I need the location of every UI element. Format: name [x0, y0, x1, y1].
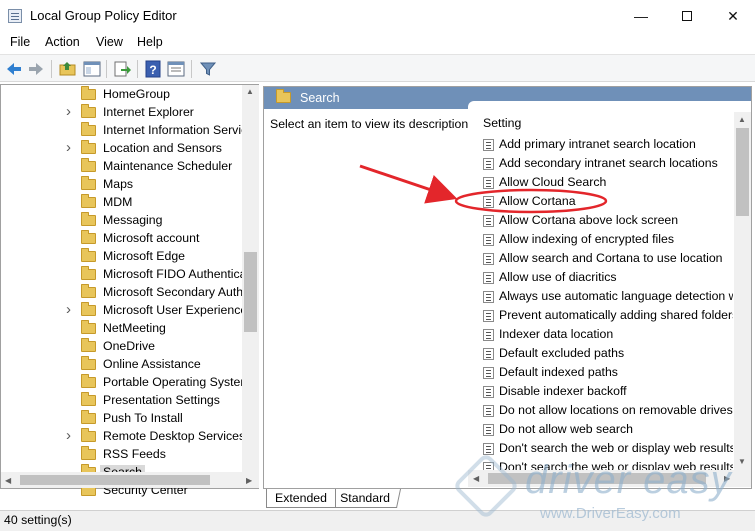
setting-label: Default excluded paths [499, 346, 625, 360]
tree-horizontal-scroll-thumb[interactable] [20, 475, 210, 485]
setting-label: Allow search and Cortana to use location [499, 251, 723, 265]
watermark-url: www.DriverEasy.com [540, 505, 681, 522]
setting-row[interactable]: Default excluded paths [483, 344, 733, 363]
scroll-down-arrow-icon[interactable]: ▼ [738, 457, 746, 466]
policy-setting-icon [483, 234, 494, 246]
scroll-left-arrow-icon[interactable]: ◀ [5, 476, 11, 485]
tab-standard-label: Standard [340, 491, 391, 505]
setting-label: Don't search the web or display web resu… [499, 441, 733, 455]
setting-label: Allow use of diacritics [499, 270, 617, 284]
policy-setting-icon [483, 348, 494, 360]
policy-setting-icon [483, 386, 494, 398]
policy-setting-icon [483, 196, 494, 208]
policy-setting-icon [483, 177, 494, 189]
setting-label: Add secondary intranet search locations [499, 156, 718, 170]
setting-row[interactable]: Prevent automatically adding shared fold… [483, 306, 733, 325]
setting-row[interactable]: Allow Cloud Search [483, 173, 733, 192]
setting-label: Add primary intranet search location [499, 137, 696, 151]
setting-row[interactable]: Default indexed paths [483, 363, 733, 382]
setting-row[interactable]: Allow Cortana above lock screen [483, 211, 733, 230]
setting-row[interactable]: Do not allow web search [483, 420, 733, 439]
setting-label: Disable indexer backoff [499, 384, 627, 398]
setting-label: Always use automatic language detection … [499, 289, 733, 303]
setting-row[interactable]: Allow indexing of encrypted files [483, 230, 733, 249]
setting-label: Default indexed paths [499, 365, 618, 379]
setting-row[interactable]: Allow Cortana [483, 192, 733, 211]
setting-row[interactable]: Add secondary intranet search locations [483, 154, 733, 173]
policy-setting-icon [483, 405, 494, 417]
scroll-right-arrow-icon[interactable]: ▶ [246, 476, 252, 485]
setting-label: Allow Cortana above lock screen [499, 213, 679, 227]
setting-label: Allow Cloud Search [499, 175, 607, 189]
policy-setting-icon [483, 424, 494, 436]
policy-setting-icon [483, 367, 494, 379]
scroll-up-arrow-icon[interactable]: ▲ [738, 115, 746, 124]
settings-rows: Add primary intranet search location Add … [0, 0, 734, 470]
setting-label: Do not allow locations on removable driv… [499, 403, 733, 417]
policy-setting-icon [483, 310, 494, 322]
policy-setting-icon [483, 272, 494, 284]
policy-setting-icon [483, 443, 494, 455]
setting-row[interactable]: Indexer data location [483, 325, 733, 344]
setting-label: Do not allow web search [499, 422, 633, 436]
setting-row[interactable]: Don't search the web or display web resu… [483, 439, 733, 458]
watermark-name: driver easy [525, 458, 732, 502]
setting-row[interactable]: Allow search and Cortana to use location [483, 249, 733, 268]
setting-row[interactable]: Disable indexer backoff [483, 382, 733, 401]
setting-row[interactable]: Do not allow locations on removable driv… [483, 401, 733, 420]
policy-setting-icon [483, 329, 494, 341]
setting-label: Allow indexing of encrypted files [499, 232, 674, 246]
setting-row[interactable]: Always use automatic language detection … [483, 287, 733, 306]
policy-setting-icon [483, 291, 494, 303]
tab-standard[interactable]: Standard [329, 489, 401, 508]
setting-label: Prevent automatically adding shared fold… [499, 308, 733, 322]
policy-setting-icon [483, 253, 494, 265]
setting-row[interactable]: Add primary intranet search location [483, 135, 733, 154]
setting-label: Allow Cortana [499, 194, 576, 208]
status-text: 40 setting(s) [4, 513, 72, 527]
policy-setting-icon [483, 139, 494, 151]
setting-label: Indexer data location [499, 327, 614, 341]
settings-vertical-scroll-thumb[interactable] [736, 128, 749, 216]
setting-row[interactable]: Allow use of diacritics [483, 268, 733, 287]
tab-extended[interactable]: Extended [266, 489, 336, 508]
policy-setting-icon [483, 215, 494, 227]
policy-setting-icon [483, 158, 494, 170]
